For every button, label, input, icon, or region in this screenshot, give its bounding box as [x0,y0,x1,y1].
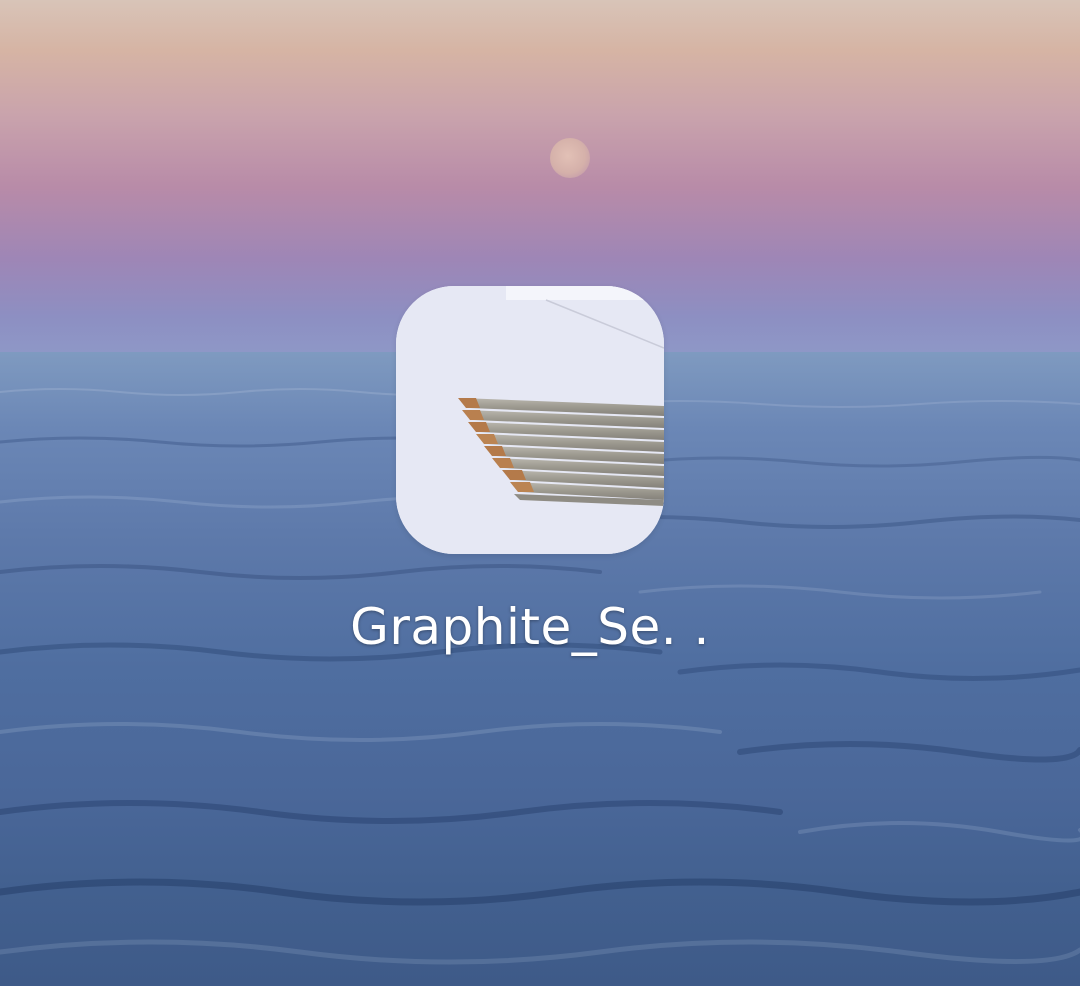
app-icon-graphite[interactable] [396,286,664,554]
pencils-thumbnail-icon [396,286,664,554]
app-label-graphite[interactable]: Graphite_Se. . [300,598,760,656]
moon [550,138,590,178]
